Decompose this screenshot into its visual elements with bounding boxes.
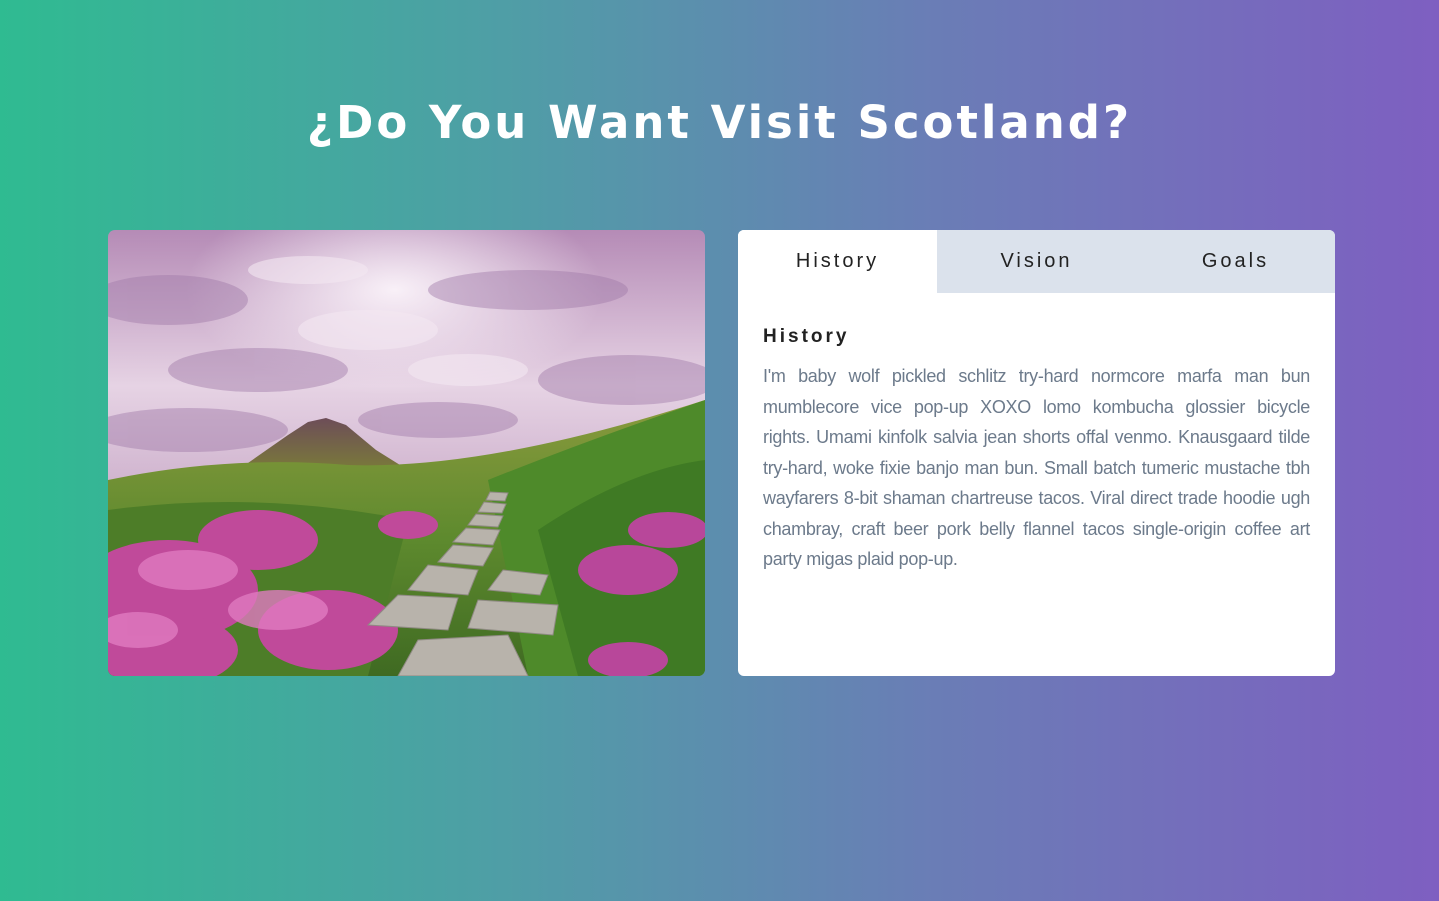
tab-panel-history: History I'm baby wolf pickled schlitz tr…	[738, 293, 1335, 575]
tab-vision[interactable]: Vision	[937, 230, 1136, 293]
page-title: ¿Do You Want Visit Scotland?	[306, 96, 1133, 149]
panel-body-text: I'm baby wolf pickled schlitz try-hard n…	[763, 366, 1310, 569]
tab-bar: History Vision Goals	[738, 230, 1335, 293]
tab-history[interactable]: History	[738, 230, 937, 293]
tab-goals[interactable]: Goals	[1136, 230, 1335, 293]
info-tab-card: History Vision Goals History I'm baby wo…	[738, 230, 1335, 676]
scotland-landscape-image	[108, 230, 705, 676]
panel-heading: History	[763, 326, 850, 347]
